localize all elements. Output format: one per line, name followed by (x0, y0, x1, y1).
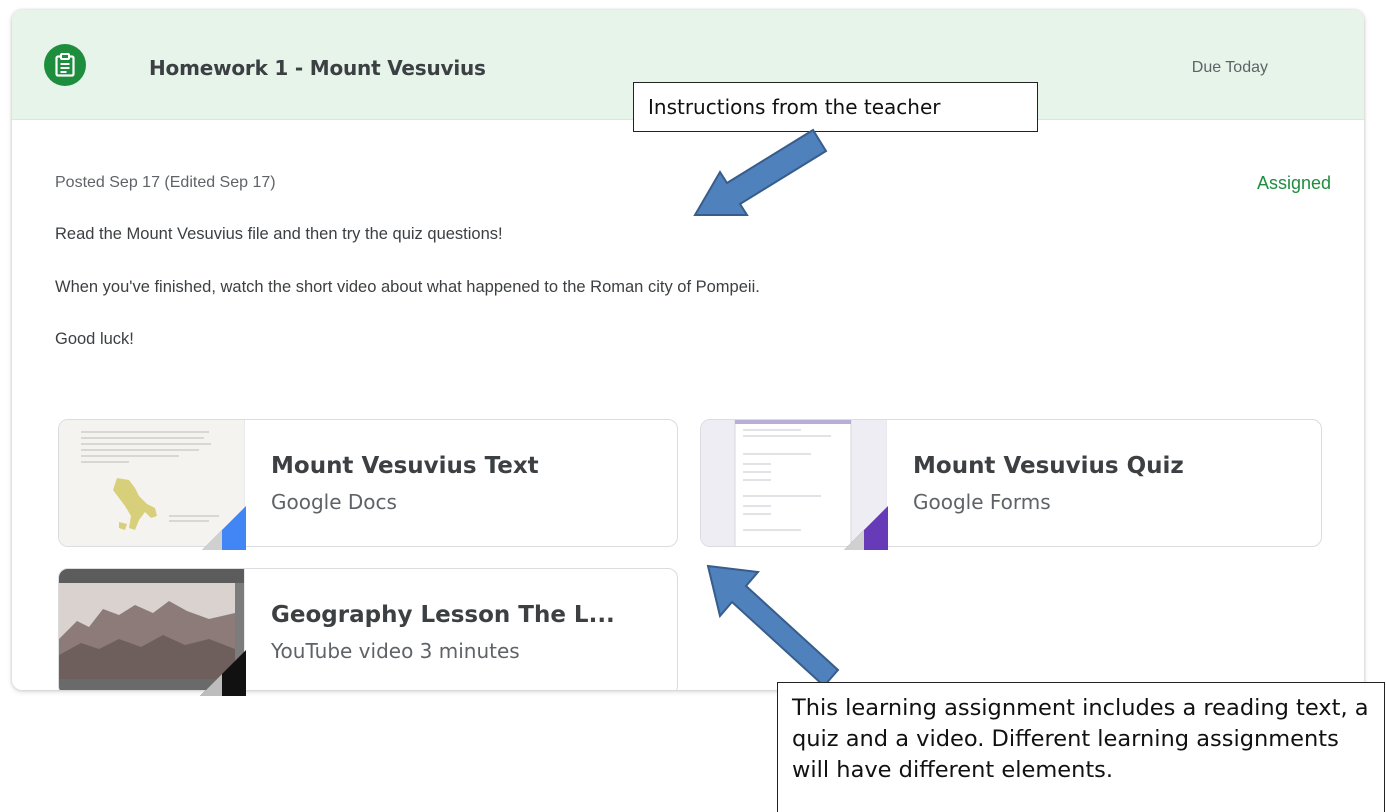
attachment-forms[interactable]: Mount Vesuvius Quiz Google Forms (700, 419, 1322, 547)
attachment-title[interactable]: Mount Vesuvius Text (271, 453, 539, 479)
attachment-type: YouTube video 3 minutes (271, 639, 520, 663)
arrow-to-instructions-icon (693, 128, 828, 216)
attachment-docs[interactable]: Mount Vesuvius Text Google Docs (58, 419, 678, 547)
attachment-type: Google Forms (913, 490, 1051, 514)
attachment-video[interactable]: Geography Lesson The L... YouTube video … (58, 568, 678, 690)
attachment-type: Google Docs (271, 490, 397, 514)
callout-note-text: This learning assignment includes a read… (792, 695, 1369, 783)
status-badge: Assigned (1256, 173, 1331, 193)
due-date: Due Today (1191, 59, 1268, 76)
arrow-to-attachments-icon (706, 564, 840, 688)
assignment-clipboard-icon (44, 44, 86, 86)
instruction-line: When you've finished, watch the short vi… (55, 278, 760, 296)
video-corner-icon (200, 650, 246, 696)
instruction-line: Good luck! (55, 330, 134, 348)
attachment-title[interactable]: Mount Vesuvius Quiz (913, 453, 1184, 479)
callout-assignment-note: This learning assignment includes a read… (777, 682, 1385, 812)
assignment-title[interactable]: Homework 1 - Mount Vesuvius (149, 56, 486, 80)
forms-corner-icon (844, 506, 888, 550)
instruction-line: Read the Mount Vesuvius file and then tr… (55, 225, 503, 243)
attachment-title[interactable]: Geography Lesson The L... (271, 602, 615, 628)
posted-date: Posted Sep 17 (Edited Sep 17) (55, 174, 276, 191)
callout-teacher-text: Instructions from the teacher (648, 95, 941, 119)
docs-corner-icon (202, 506, 246, 550)
